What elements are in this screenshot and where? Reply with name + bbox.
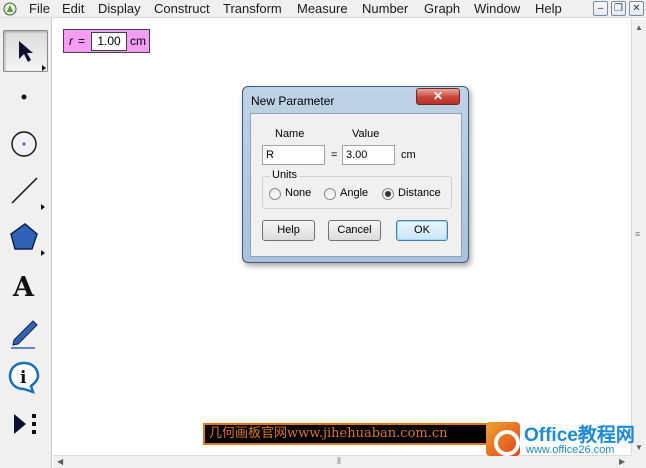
- polygon-icon: [10, 223, 45, 256]
- name-header: Name: [275, 128, 305, 140]
- close-window-icon[interactable]: ✕: [629, 1, 644, 16]
- arrow-icon: [19, 41, 46, 71]
- marker-icon: [11, 320, 38, 349]
- point-tool[interactable]: [3, 76, 48, 118]
- restore-icon[interactable]: ❐: [611, 1, 626, 16]
- custom-tool-icon: [14, 414, 36, 434]
- compass-tool[interactable]: [3, 123, 48, 165]
- text-tool[interactable]: A: [3, 263, 48, 305]
- information-tool[interactable]: i: [3, 356, 48, 398]
- name-field[interactable]: R: [262, 145, 325, 165]
- scroll-left-icon[interactable]: ◀: [57, 457, 63, 466]
- parameter-r[interactable]: r = 1.00 cm: [63, 29, 150, 53]
- close-icon: ✕: [432, 89, 444, 103]
- menu-display[interactable]: Display: [96, 1, 143, 17]
- value-header: Value: [352, 128, 380, 140]
- dialog-title: New Parameter: [251, 94, 335, 108]
- parameter-value-box[interactable]: 1.00: [91, 32, 127, 51]
- menu-graph[interactable]: Graph: [422, 1, 462, 17]
- ok-button[interactable]: OK: [396, 220, 448, 241]
- text-icon: A: [12, 272, 35, 303]
- jihehuaban-watermark: 几何画板官网www.jihehuaban.com.cn: [203, 423, 515, 445]
- menu-window[interactable]: Window: [472, 1, 522, 17]
- minimize-icon[interactable]: –: [593, 1, 608, 16]
- menu-file[interactable]: File: [27, 1, 52, 17]
- unit-angle-label[interactable]: Angle: [340, 187, 368, 199]
- menu-measure[interactable]: Measure: [295, 1, 350, 17]
- office-url-text: www.office26.com: [526, 444, 615, 456]
- dialog-body: Name Value R = 3.00 cm Units None Angle …: [250, 113, 462, 257]
- office26-watermark: Office教程网 www.office26.com: [482, 420, 642, 462]
- help-button[interactable]: Help: [262, 220, 315, 241]
- units-group: Units None Angle Distance: [262, 169, 452, 209]
- menu-help[interactable]: Help: [533, 1, 564, 17]
- svg-text:i: i: [20, 368, 27, 388]
- scroll-up-icon[interactable]: ▲: [635, 23, 643, 32]
- parameter-unit: cm: [130, 34, 146, 48]
- scroll-grip-icon[interactable]: ⦀: [337, 456, 341, 467]
- office-brand-text: Office教程网: [524, 425, 635, 446]
- polygon-tool[interactable]: [3, 216, 48, 258]
- unit-none-radio[interactable]: [269, 188, 281, 200]
- menu-transform[interactable]: Transform: [221, 1, 284, 17]
- toolbox: A i: [0, 18, 52, 468]
- vertical-scrollbar[interactable]: ▲ ≡ ▼: [631, 19, 646, 455]
- menu-edit[interactable]: Edit: [60, 1, 86, 17]
- parameter-symbol: r: [69, 34, 73, 48]
- unit-distance-label[interactable]: Distance: [398, 187, 441, 199]
- dialog-equals: =: [331, 149, 338, 161]
- scroll-grip-icon[interactable]: ≡: [635, 229, 640, 239]
- point-icon: [21, 94, 27, 100]
- marker-tool[interactable]: [3, 310, 48, 352]
- units-label: Units: [270, 169, 300, 181]
- info-icon: i: [8, 361, 40, 394]
- app-icon[interactable]: [2, 1, 18, 17]
- menu-number[interactable]: Number: [360, 1, 410, 17]
- menu-construct[interactable]: Construct: [152, 1, 212, 17]
- parameter-equals: =: [78, 34, 86, 48]
- unit-angle-radio[interactable]: [324, 188, 336, 200]
- menu-bar: File Edit Display Construct Transform Me…: [0, 0, 646, 18]
- dialog-close-button[interactable]: ✕: [416, 88, 460, 105]
- compass-icon: [11, 131, 37, 157]
- new-parameter-dialog: New Parameter ✕ Name Value R = 3.00 cm U…: [242, 86, 469, 263]
- svg-text:A: A: [12, 272, 35, 303]
- segment-icon: [11, 177, 45, 210]
- unit-distance-radio[interactable]: [382, 188, 394, 200]
- custom-tools[interactable]: [3, 403, 48, 445]
- straightedge-tool[interactable]: [3, 170, 48, 212]
- unit-none-label[interactable]: None: [285, 187, 311, 199]
- cancel-button[interactable]: Cancel: [328, 220, 381, 241]
- office-logo-icon: [486, 422, 520, 456]
- selection-arrow-tool[interactable]: [3, 30, 48, 72]
- value-unit: cm: [401, 149, 416, 161]
- value-field[interactable]: 3.00: [342, 145, 395, 165]
